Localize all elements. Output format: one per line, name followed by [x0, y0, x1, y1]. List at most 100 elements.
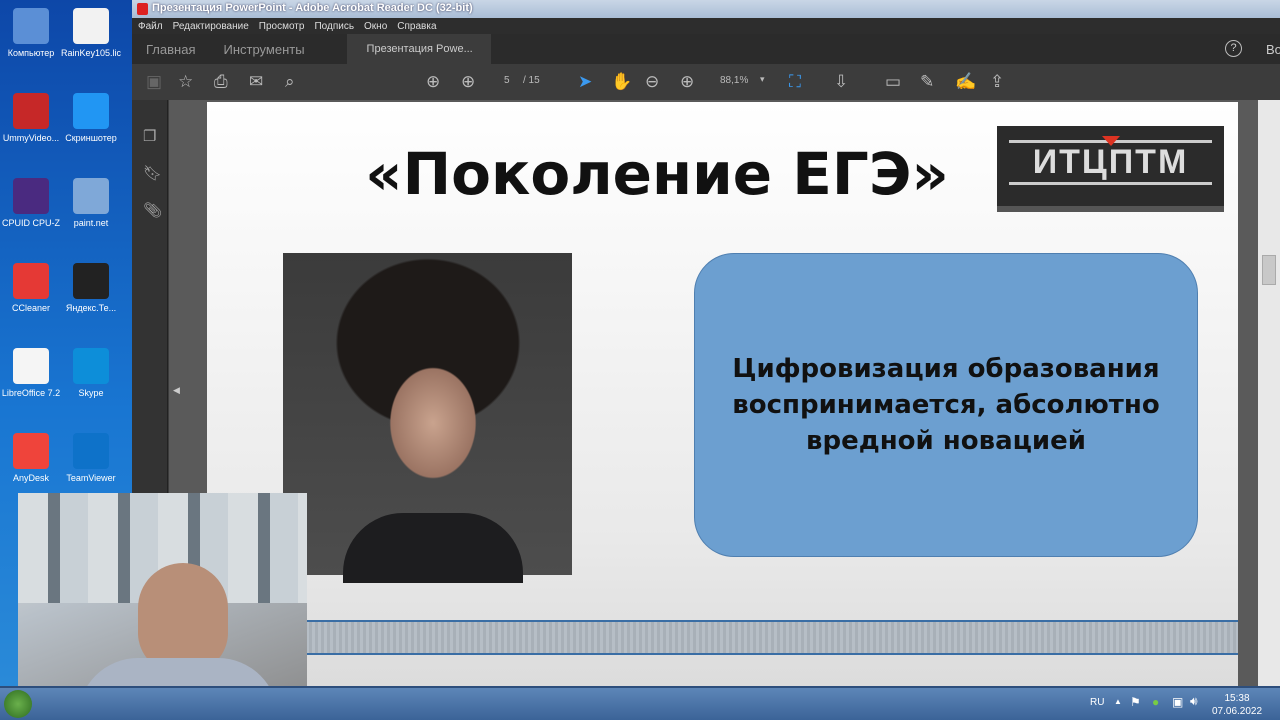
page-total: / 15: [523, 75, 540, 86]
quote-text: Цифровизация образования воспринимается,…: [732, 354, 1160, 456]
vertical-scrollbar[interactable]: [1258, 100, 1280, 686]
desktop-icon[interactable]: Скриншотер: [60, 93, 122, 143]
desktop-icon-label: Скриншотер: [65, 133, 117, 143]
bookmark-star-icon[interactable]: ☆: [178, 72, 193, 92]
desktop-icon[interactable]: CPUID CPU-Z: [0, 178, 62, 228]
app-icon: [73, 93, 109, 129]
app-icon: [13, 263, 49, 299]
title-bar: Презентация PowerPoint - Adobe Acrobat R…: [132, 0, 1280, 18]
zoom-in-icon[interactable]: ⊕: [680, 72, 694, 92]
print-icon[interactable]: ⎙: [214, 72, 228, 92]
pages-thumbnail-icon[interactable]: ❐: [143, 118, 167, 155]
document-area: ◀ «Поколение ЕГЭ» ИТЦПТМ Цифровизация об…: [169, 100, 1258, 686]
sign-in-link[interactable]: Во: [1266, 42, 1280, 57]
app-icon: [73, 433, 109, 469]
window-title: Презентация PowerPoint - Adobe Acrobat R…: [152, 2, 473, 14]
share-icon[interactable]: ⇪: [990, 72, 1004, 92]
acrobat-icon: [137, 3, 148, 15]
sign-icon[interactable]: ✍: [955, 72, 976, 92]
select-cursor-icon[interactable]: ➤: [578, 72, 592, 92]
tab-bar: Главная Инструменты Презентация Powe... …: [132, 34, 1280, 85]
app-icon: [13, 93, 49, 129]
prev-page-icon[interactable]: ⊕: [426, 72, 440, 92]
menu-file[interactable]: Файл: [138, 21, 163, 32]
page-number-input[interactable]: 5: [504, 75, 510, 86]
hand-tool-icon[interactable]: ✋: [611, 72, 632, 92]
next-page-icon[interactable]: ⊕: [461, 72, 475, 92]
pdf-page: «Поколение ЕГЭ» ИТЦПТМ Цифровизация обра…: [207, 102, 1238, 686]
portrait-photo: [283, 253, 572, 583]
security-icon[interactable]: ●: [1152, 695, 1159, 709]
desktop-icon[interactable]: Skype: [60, 348, 122, 398]
app-icon: [13, 348, 49, 384]
app-icon: [13, 8, 49, 44]
taskbar: RU ▲ ⚑ ● ▣ 🔊︎ 15:38 07.06.2022: [0, 686, 1280, 720]
zoom-out-icon[interactable]: ⊖: [645, 72, 659, 92]
network-icon[interactable]: ▣: [1172, 695, 1183, 709]
desktop-icon[interactable]: LibreOffice 7.2: [0, 348, 62, 398]
app-icon: [73, 178, 109, 214]
desktop-icon[interactable]: RainKey105.lic: [60, 8, 122, 58]
comment-icon[interactable]: ▭: [885, 72, 901, 92]
webcam-overlay: [18, 493, 307, 708]
desktop-icon-label: Яндекс.Те...: [65, 303, 117, 313]
language-indicator[interactable]: RU: [1090, 697, 1104, 708]
desktop-icon[interactable]: TeamViewer: [60, 433, 122, 483]
fit-page-icon[interactable]: ⛶: [789, 72, 801, 92]
action-center-icon[interactable]: ⚑: [1130, 695, 1141, 709]
tab-document-label: Презентация Powe...: [366, 43, 473, 55]
app-icon: [73, 348, 109, 384]
save-icon[interactable]: ▣: [146, 72, 162, 92]
desktop-icon-label: TeamViewer: [66, 473, 116, 483]
clock-time: 15:38: [1224, 693, 1250, 704]
email-icon[interactable]: ✉: [249, 72, 263, 92]
desktop-icon-label: paint.net: [73, 218, 109, 228]
scroll-mode-icon[interactable]: ⇩: [834, 72, 848, 92]
desktop-icon-label: CPUID CPU-Z: [2, 218, 60, 228]
menu-window[interactable]: Окно: [364, 21, 387, 32]
logo: ИТЦПТМ: [997, 126, 1224, 212]
menu-sign[interactable]: Подпись: [314, 21, 354, 32]
desktop-icon[interactable]: paint.net: [60, 178, 122, 228]
help-icon[interactable]: ?: [1225, 40, 1242, 57]
chevron-down-icon[interactable]: ▾: [760, 74, 765, 85]
clock[interactable]: 15:38 07.06.2022: [1212, 692, 1262, 718]
slide-title: «Поколение ЕГЭ»: [365, 140, 949, 208]
start-button[interactable]: [4, 690, 32, 718]
desktop-icon[interactable]: AnyDesk: [0, 433, 62, 483]
menu-edit[interactable]: Редактирование: [173, 21, 249, 32]
page-footer-band: [207, 620, 1238, 655]
desktop-icon-label: LibreOffice 7.2: [1, 388, 61, 398]
highlight-icon[interactable]: ✎: [920, 72, 934, 92]
tray-expand-icon[interactable]: ▲: [1114, 697, 1122, 706]
collapse-panel-icon[interactable]: ◀: [173, 385, 180, 396]
tab-document[interactable]: Презентация Powe... ×: [346, 34, 491, 85]
toolbar: ▣ ☆ ⎙ ✉ ⌕ ⊕ ⊕ 5 / 15 ➤ ✋ ⊖ ⊕ 88,1% ▾ ⛶ ⇩…: [132, 64, 1280, 100]
desktop-icon-label: UmmyVideo...: [2, 133, 60, 143]
app-icon: [13, 433, 49, 469]
desktop-icon[interactable]: Яндекс.Те...: [60, 263, 122, 313]
tab-home[interactable]: Главная: [132, 42, 209, 57]
desktop-icon[interactable]: CCleaner: [0, 263, 62, 313]
scrollbar-thumb[interactable]: [1262, 255, 1276, 285]
desktop-icon-label: RainKey105.lic: [60, 48, 122, 58]
menu-view[interactable]: Просмотр: [259, 21, 305, 32]
search-icon[interactable]: ⌕: [285, 72, 295, 92]
app-icon: [13, 178, 49, 214]
quote-box: Цифровизация образования воспринимается,…: [694, 253, 1198, 557]
menu-help[interactable]: Справка: [397, 21, 436, 32]
volume-icon[interactable]: 🔊︎: [1190, 694, 1198, 709]
logo-text: ИТЦПТМ: [1009, 140, 1212, 185]
desktop-icon[interactable]: Компьютер: [0, 8, 62, 58]
tab-tools[interactable]: Инструменты: [209, 42, 318, 57]
desktop-icon[interactable]: UmmyVideo...: [0, 93, 62, 143]
desktop-icon-label: CCleaner: [11, 303, 51, 313]
clock-date: 07.06.2022: [1212, 706, 1263, 717]
desktop-icon-label: Компьютер: [7, 48, 55, 58]
attachments-icon[interactable]: 📎︎: [143, 192, 167, 229]
app-icon: [73, 263, 109, 299]
desktop-icon-label: AnyDesk: [12, 473, 49, 483]
app-icon: [73, 8, 109, 44]
zoom-level-select[interactable]: 88,1%: [720, 75, 748, 86]
bookmarks-icon[interactable]: 🔖︎: [143, 155, 167, 192]
